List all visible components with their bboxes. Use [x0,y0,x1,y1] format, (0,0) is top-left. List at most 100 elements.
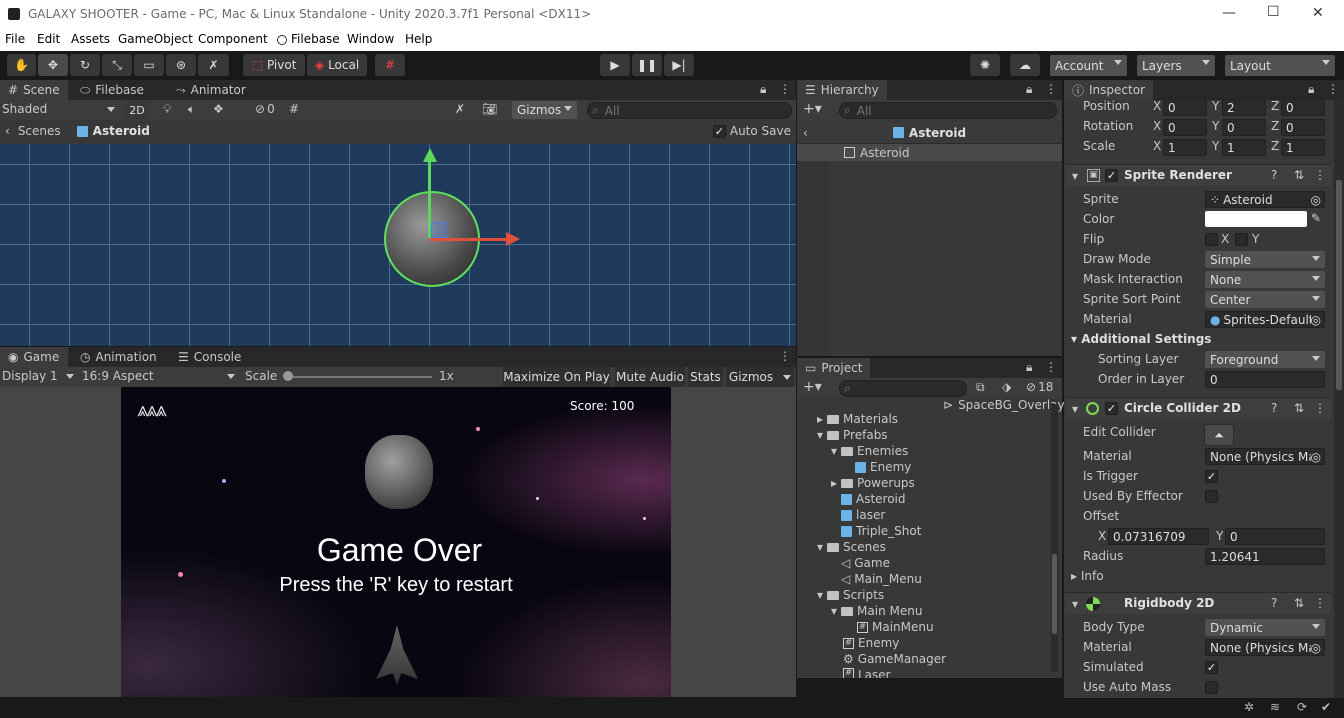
rotation-z-field[interactable]: 0 [1281,119,1325,136]
shading-dropdown[interactable]: Shaded [2,102,120,116]
y-arrow-icon[interactable] [423,148,437,162]
sorting-layer-dropdown[interactable]: Foreground [1205,351,1325,368]
axis-z-label[interactable]: Z [1271,139,1279,153]
flip-y-checkbox[interactable] [1235,233,1248,246]
close-button[interactable]: ✕ [1312,5,1324,21]
tab-inspector[interactable]: ⓘ Inspector [1064,80,1153,100]
grid-snap-icon[interactable]: # [375,54,405,76]
axis-y-label[interactable]: Y [1212,139,1219,153]
mode-2d-toggle[interactable]: 2D [125,101,149,119]
hidden-packages-icon[interactable]: ⊘ 18 [1026,380,1053,394]
project-item[interactable]: Asteroid [841,492,906,506]
grid-icon[interactable]: # [289,102,299,116]
axis-z-label[interactable]: Z [1271,119,1279,133]
x-arrow-icon[interactable] [506,232,520,246]
lock-icon[interactable]: 🔒︎ [1308,82,1314,97]
rect-tool-icon[interactable]: ▭ [134,54,164,76]
project-item[interactable]: # MainMenu [857,620,934,634]
sprite-sort-point-dropdown[interactable]: Center [1205,291,1325,308]
offset-x-field[interactable]: 0.07316709 [1108,528,1209,545]
project-item[interactable]: laser [841,508,885,522]
project-item[interactable]: ▾ Scripts [817,588,884,602]
tab-console[interactable]: ☰ Console [170,347,249,367]
tab-animation[interactable]: ◷ Animation [72,347,165,367]
tab-scene[interactable]: # Scene [0,80,68,100]
layers-status-icon[interactable]: ≋ [1270,700,1280,714]
filter-type-icon[interactable]: ⧉ [976,380,985,395]
menu-gameobject[interactable]: GameObject [118,32,193,46]
filter-label-icon[interactable]: ⬗ [1002,380,1011,394]
cloud-icon[interactable]: ☁ [1010,54,1040,76]
layout-dropdown[interactable]: Layout [1225,55,1335,76]
tools-icon[interactable]: ✗ [455,102,465,116]
project-item[interactable]: ⚙ GameManager [843,652,946,666]
simulated-checkbox[interactable]: ✓ [1205,661,1218,674]
offset-y-field[interactable]: 0 [1225,528,1325,545]
circle-collider-enabled-checkbox[interactable]: ✓ [1105,402,1118,415]
is-trigger-checkbox[interactable]: ✓ [1205,470,1218,483]
hand-tool-icon[interactable]: ✋ [7,54,36,76]
account-dropdown[interactable]: Account [1050,55,1127,76]
hidden-objects-icon[interactable]: ⊘ 0 [255,102,275,116]
scale-slider[interactable] [287,376,432,378]
more-menu-icon[interactable]: ⋮ [779,82,791,96]
object-picker-icon[interactable]: ◎ [1310,449,1321,464]
progress-icon[interactable]: ⟳ [1297,700,1307,714]
check-icon[interactable]: ✔ [1321,700,1331,714]
tab-hierarchy[interactable]: ☰ Hierarchy [797,80,887,100]
project-item[interactable]: # Laser [843,668,891,678]
project-item[interactable]: ▾ Prefabs [817,428,888,442]
preset-icon[interactable]: ⇅ [1294,168,1304,182]
minimize-button[interactable]: — [1222,5,1236,21]
rotation-x-field[interactable]: 0 [1163,119,1207,136]
aspect-dropdown[interactable]: 16:9 Aspect [82,369,237,383]
rigidbody-material-field[interactable]: None (Physics Ma ◎ [1205,639,1325,656]
pivot-toggle[interactable]: ⬚ Pivot [243,54,305,76]
object-picker-icon[interactable]: ◎ [1310,312,1321,327]
project-item[interactable]: ◁ Game [841,556,890,570]
preset-icon[interactable]: ⇅ [1294,401,1304,415]
offset-y-label[interactable]: Y [1216,529,1223,543]
position-z-field[interactable]: 0 [1281,99,1325,116]
audio-icon[interactable]: 🔈︎ [188,102,195,117]
menu-component[interactable]: Component [198,32,268,46]
menu-window[interactable]: Window [347,32,394,46]
camera-icon[interactable]: 📷︎ [482,102,497,116]
hierarchy-item[interactable]: Asteroid [797,144,1062,161]
xy-plane-handle[interactable] [431,222,447,238]
project-item[interactable]: Triple_Shot [841,524,921,538]
more-menu-icon[interactable]: ⋮ [1314,401,1326,415]
gizmos-toggle[interactable]: Gizmos [726,367,794,387]
step-button[interactable]: ▶| [664,54,694,76]
mask-interaction-dropdown[interactable]: None [1205,271,1325,288]
help-icon[interactable]: ? [1271,168,1277,182]
sprite-renderer-header[interactable]: ▾ ▣ ✓ Sprite Renderer ? ⇅ ⋮ [1065,164,1331,186]
scale-y-field[interactable]: 1 [1222,139,1266,156]
position-y-field[interactable]: 2 [1222,99,1266,116]
breadcrumb-scenes[interactable]: Scenes [18,124,61,138]
lock-icon[interactable]: 🔒︎ [1026,82,1032,97]
rotate-tool-icon[interactable]: ↻ [70,54,100,76]
tab-filebase[interactable]: ⬭ Filebase [72,80,152,100]
menu-help[interactable]: Help [405,32,432,46]
effects-icon[interactable]: ❖ [213,102,224,116]
more-menu-icon[interactable]: ⋮ [1327,82,1339,96]
more-menu-icon[interactable]: ⋮ [1045,360,1057,374]
axis-x-label[interactable]: X [1153,139,1161,153]
scale-tool-icon[interactable]: ⤡ [102,54,132,76]
menu-edit[interactable]: Edit [37,32,60,46]
transform-tool-icon[interactable]: ⊛ [166,54,196,76]
back-icon[interactable]: ‹ [5,124,10,138]
rigidbody-header[interactable]: ▾ Rigidbody 2D ? ⇅ ⋮ [1065,592,1331,614]
menu-filebase[interactable]: Filebase [291,32,340,46]
draw-mode-dropdown[interactable]: Simple [1205,251,1325,268]
use-auto-mass-checkbox[interactable] [1205,681,1218,694]
auto-save-checkbox[interactable]: ✓ [712,124,726,138]
project-item[interactable]: ▾ Enemies [831,444,908,458]
edit-collider-button[interactable]: ⏶ [1204,424,1234,446]
collider-material-field[interactable]: None (Physics Ma ◎ [1205,448,1325,465]
custom-tool-icon[interactable]: ✗ [198,54,229,76]
inspector-scrollbar[interactable] [1334,100,1344,698]
object-picker-icon[interactable]: ◎ [1311,193,1321,207]
pause-button[interactable]: ❚❚ [632,54,662,76]
